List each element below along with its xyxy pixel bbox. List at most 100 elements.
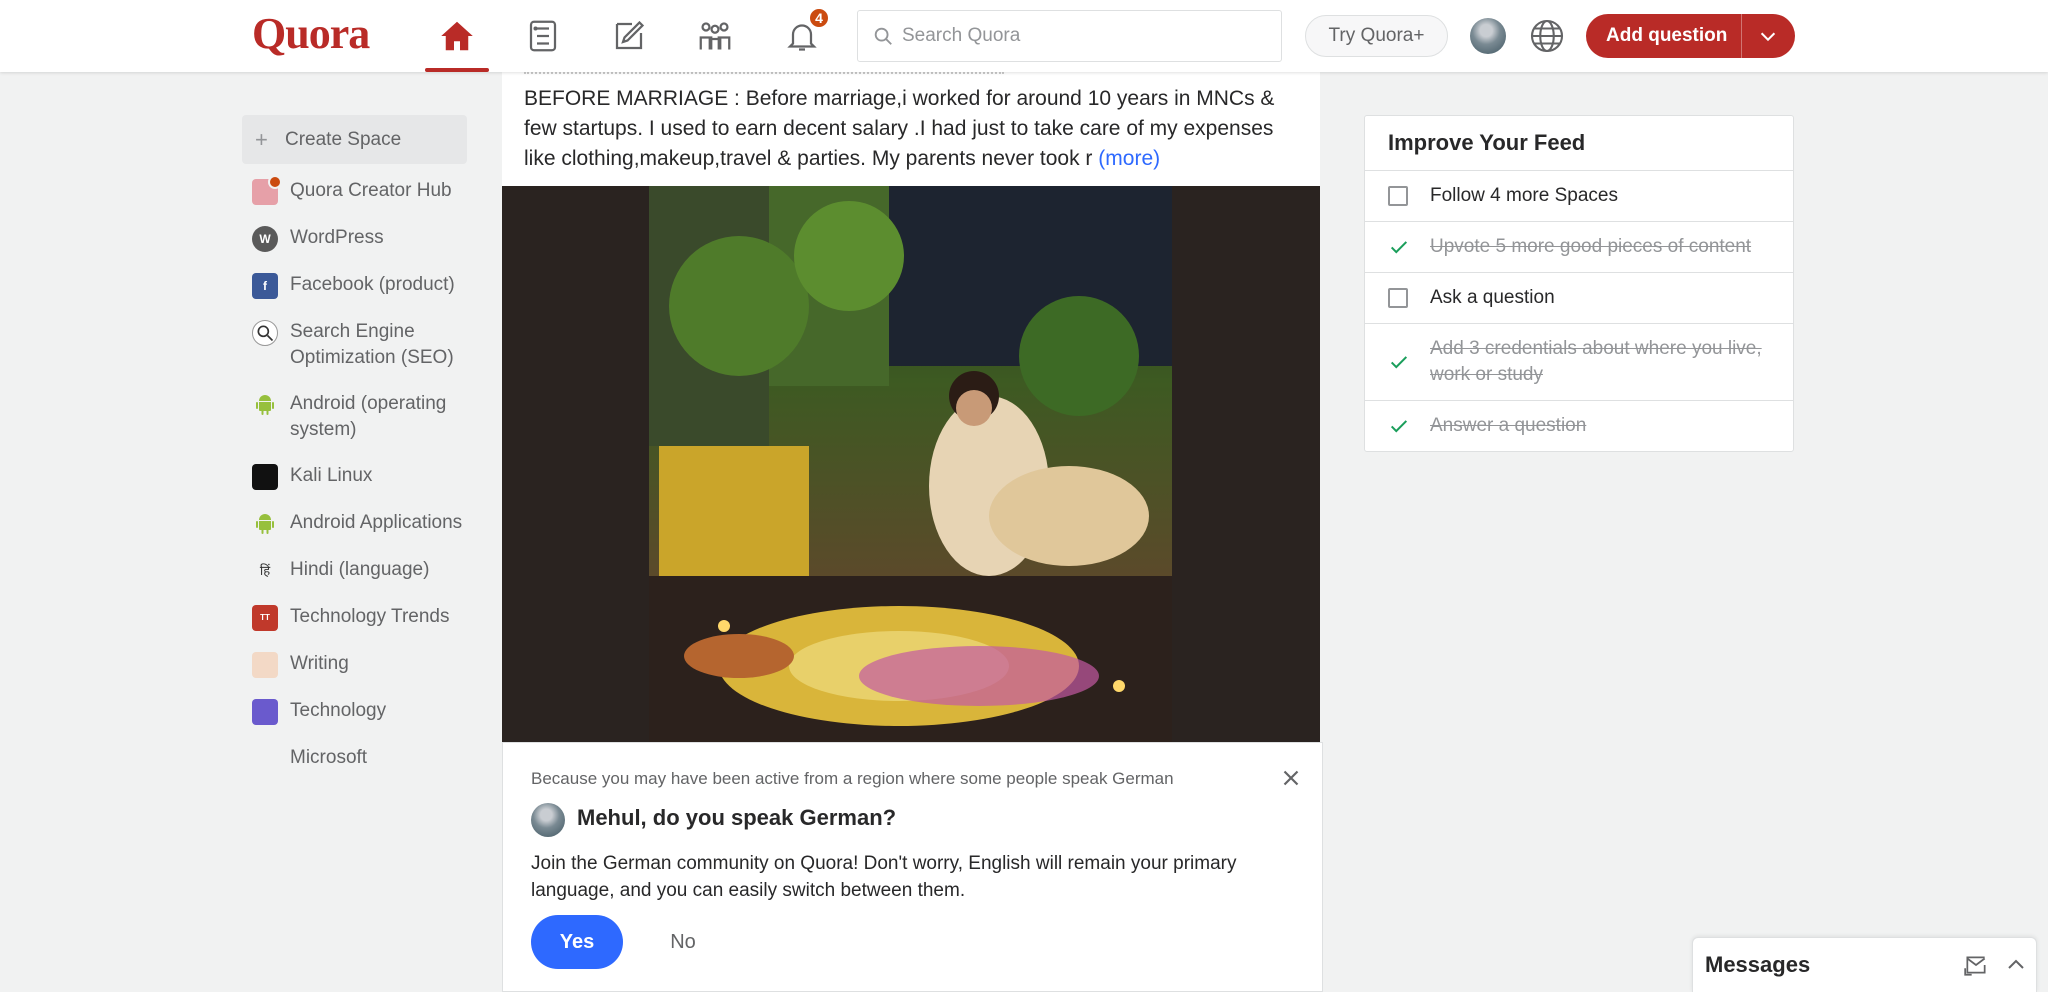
sidebar-item-technology[interactable]: Technology (242, 693, 467, 730)
sidebar-item-microsoft[interactable]: Microsoft (242, 740, 467, 777)
messages-dock[interactable]: Messages (1692, 937, 2037, 992)
avatar (531, 803, 565, 837)
sidebar-item-label: WordPress (290, 227, 384, 248)
language-prompt-card: Because you may have been active from a … (502, 742, 1323, 992)
sidebar-item-facebook[interactable]: f Facebook (product) (242, 267, 467, 304)
truncated-line (524, 72, 1004, 74)
tech-trends-icon: TT (252, 605, 278, 631)
create-space-label: Create Space (285, 128, 402, 150)
photo-illustration (649, 186, 1172, 742)
sidebar-item-label: Kali Linux (290, 465, 373, 486)
improve-item-label: Ask a question (1430, 287, 1555, 308)
checkmark-icon (1388, 351, 1410, 373)
improve-item-answer-question[interactable]: Answer a question (1365, 401, 1793, 451)
sidebar-item-creator-hub[interactable]: Quora Creator Hub (242, 173, 467, 210)
list-icon (529, 20, 557, 52)
hindi-icon: हिं (259, 563, 271, 578)
sidebar-item-wordpress[interactable]: W WordPress (242, 220, 467, 257)
sidebar-item-seo[interactable]: Search Engine Optimization (SEO) (242, 314, 467, 376)
following-nav-button[interactable] (511, 0, 575, 72)
top-navigation-bar: Quora 4 Try Quora+ Add question (0, 0, 2048, 72)
no-button[interactable]: No (643, 915, 723, 969)
sidebar-item-label: Hindi (language) (290, 559, 430, 580)
improve-item-credentials[interactable]: Add 3 credentials about where you live, … (1365, 324, 1793, 401)
improve-feed-panel: Improve Your Feed Follow 4 more Spaces U… (1364, 115, 1794, 452)
close-icon[interactable] (1278, 765, 1304, 791)
sidebar-item-writing[interactable]: Writing (242, 646, 467, 683)
globe-icon[interactable] (1529, 18, 1565, 54)
checkmark-icon (1388, 236, 1410, 258)
writing-icon (252, 652, 278, 678)
search-icon (874, 27, 892, 45)
sidebar-item-label: Search Engine Optimization (SEO) (290, 321, 454, 368)
compose-message-icon (1964, 956, 1986, 976)
improve-item-label: Add 3 credentials about where you live, … (1430, 338, 1762, 385)
android-icon (252, 392, 278, 418)
home-nav-button[interactable] (425, 0, 489, 72)
sidebar-item-android-os[interactable]: Android (operating system) (242, 386, 467, 448)
sidebar-item-label: Quora Creator Hub (290, 180, 452, 201)
improve-item-follow-spaces[interactable]: Follow 4 more Spaces (1365, 171, 1793, 222)
improve-item-label: Answer a question (1430, 415, 1587, 436)
improve-item-ask-question[interactable]: Ask a question (1365, 273, 1793, 324)
answer-image[interactable] (502, 186, 1320, 742)
sidebar-item-hindi[interactable]: हिं Hindi (language) (242, 552, 467, 589)
more-link[interactable]: (more) (1098, 147, 1160, 170)
answer-photo (649, 186, 1172, 742)
notifications-nav-button[interactable]: 4 (770, 0, 834, 72)
plus-icon: + (255, 126, 268, 152)
answer-nav-button[interactable] (597, 0, 661, 72)
expand-messages-button[interactable] (1996, 945, 2036, 985)
checkmark-icon (1388, 415, 1410, 437)
messages-title: Messages (1705, 952, 1811, 977)
improve-feed-title: Improve Your Feed (1365, 116, 1793, 171)
add-question-dropdown[interactable] (1742, 25, 1794, 47)
improve-item-label: Follow 4 more Spaces (1430, 185, 1618, 206)
kali-icon (252, 464, 278, 490)
creator-hub-icon (252, 175, 282, 205)
quora-logo[interactable]: Quora (252, 8, 370, 59)
spaces-sidebar: + Create Space Quora Creator Hub W WordP… (242, 115, 467, 787)
answer-card: BEFORE MARRIAGE : Before marriage,i work… (502, 72, 1320, 742)
sidebar-item-label: Android Applications (290, 512, 463, 533)
technology-icon (252, 699, 278, 725)
improve-item-upvote[interactable]: Upvote 5 more good pieces of content (1365, 222, 1793, 273)
chevron-down-icon (1760, 32, 1776, 42)
yes-button[interactable]: Yes (531, 915, 623, 969)
answer-preview-text: BEFORE MARRIAGE : Before marriage,i work… (524, 87, 1275, 170)
add-question-button[interactable]: Add question (1586, 14, 1795, 58)
compose-message-button[interactable] (1956, 945, 1996, 985)
chevron-up-icon (2008, 959, 2024, 969)
sidebar-item-label: Writing (290, 653, 349, 674)
checkbox-icon[interactable] (1388, 288, 1408, 308)
sidebar-item-label: Android (operating system) (290, 393, 447, 440)
checkbox-icon[interactable] (1388, 186, 1408, 206)
create-space-button[interactable]: + Create Space (242, 115, 467, 164)
profile-avatar[interactable] (1470, 18, 1506, 54)
microsoft-icon (252, 746, 278, 772)
improve-item-label: Upvote 5 more good pieces of content (1430, 236, 1752, 257)
answer-text[interactable]: BEFORE MARRIAGE : Before marriage,i work… (524, 84, 1309, 174)
sidebar-item-technology-trends[interactable]: TT Technology Trends (242, 599, 467, 636)
sidebar-item-kali-linux[interactable]: Kali Linux (242, 458, 467, 495)
sidebar-item-android-apps[interactable]: Android Applications (242, 505, 467, 542)
pencil-edit-icon (615, 20, 645, 50)
try-quora-plus-button[interactable]: Try Quora+ (1305, 15, 1448, 57)
seo-icon (252, 320, 278, 346)
android-icon (252, 511, 278, 537)
notification-badge: 4 (808, 7, 830, 29)
prompt-title: Mehul, do you speak German? (577, 805, 897, 830)
sidebar-item-label: Technology Trends (290, 606, 450, 627)
add-question-label: Add question (1606, 25, 1728, 46)
facebook-icon: f (252, 273, 278, 299)
search-input[interactable] (902, 25, 1262, 47)
sidebar-item-label: Technology (290, 700, 387, 721)
prompt-body-text: Join the German community on Quora! Don'… (531, 853, 1237, 901)
sidebar-item-label: Facebook (product) (290, 274, 455, 295)
prompt-reason-text: Because you may have been active from a … (531, 769, 1174, 788)
search-bar[interactable] (857, 10, 1282, 62)
sidebar-item-label: Microsoft (290, 747, 368, 768)
home-icon (441, 21, 473, 51)
spaces-nav-button[interactable] (683, 0, 747, 72)
wordpress-icon: W (252, 226, 278, 252)
